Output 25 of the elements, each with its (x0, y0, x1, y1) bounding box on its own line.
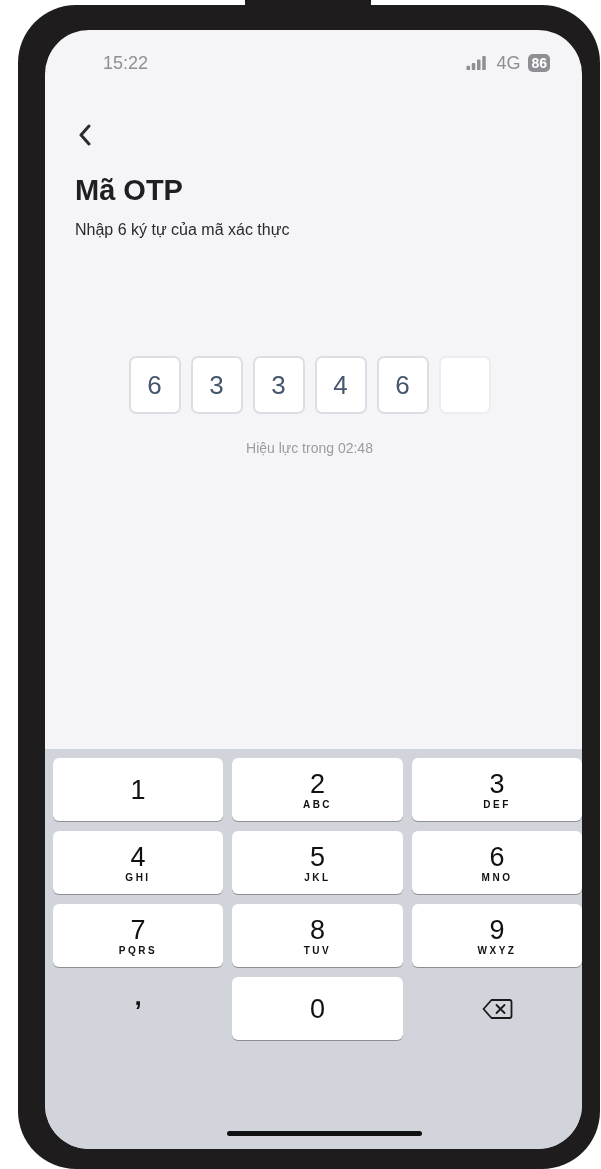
keypad-key[interactable]: 8 TUV (232, 904, 403, 967)
keypad-key[interactable]: 3 DEF (412, 758, 582, 821)
otp-digit-field[interactable]: 3 (252, 356, 305, 414)
battery-level: 86 (528, 54, 550, 72)
status-time: 15:22 (103, 52, 149, 74)
back-icon[interactable] (78, 124, 92, 146)
keypad-key[interactable]: , (53, 977, 223, 1040)
delete-icon (481, 997, 513, 1020)
otp-digit-field[interactable]: 6 (128, 356, 181, 414)
keypad-key[interactable]: 1 (53, 758, 223, 821)
keypad-key[interactable]: 7 PQRS (53, 904, 223, 967)
network-type: 4G (496, 52, 521, 74)
otp-digit-field[interactable]: 4 (314, 356, 367, 414)
keypad-key[interactable]: 2 ABC (232, 758, 403, 821)
keypad-key[interactable]: 9 WXYZ (412, 904, 582, 967)
signal-icon (466, 56, 489, 70)
keypad-key[interactable]: 6 MNO (412, 831, 582, 894)
page-title: Mã OTP (75, 174, 184, 207)
keypad-key[interactable]: 0 (232, 977, 403, 1040)
otp-digit-field[interactable]: 3 (190, 356, 243, 414)
page-subtitle: Nhập 6 ký tự của mã xác thực (75, 221, 291, 239)
otp-digit-field[interactable]: 6 (376, 356, 429, 414)
keypad-key[interactable]: 4 GHI (53, 831, 223, 894)
countdown-text: Hiệu lực trong 02:48 (245, 440, 374, 456)
keypad-key[interactable]: 5 JKL (232, 831, 403, 894)
